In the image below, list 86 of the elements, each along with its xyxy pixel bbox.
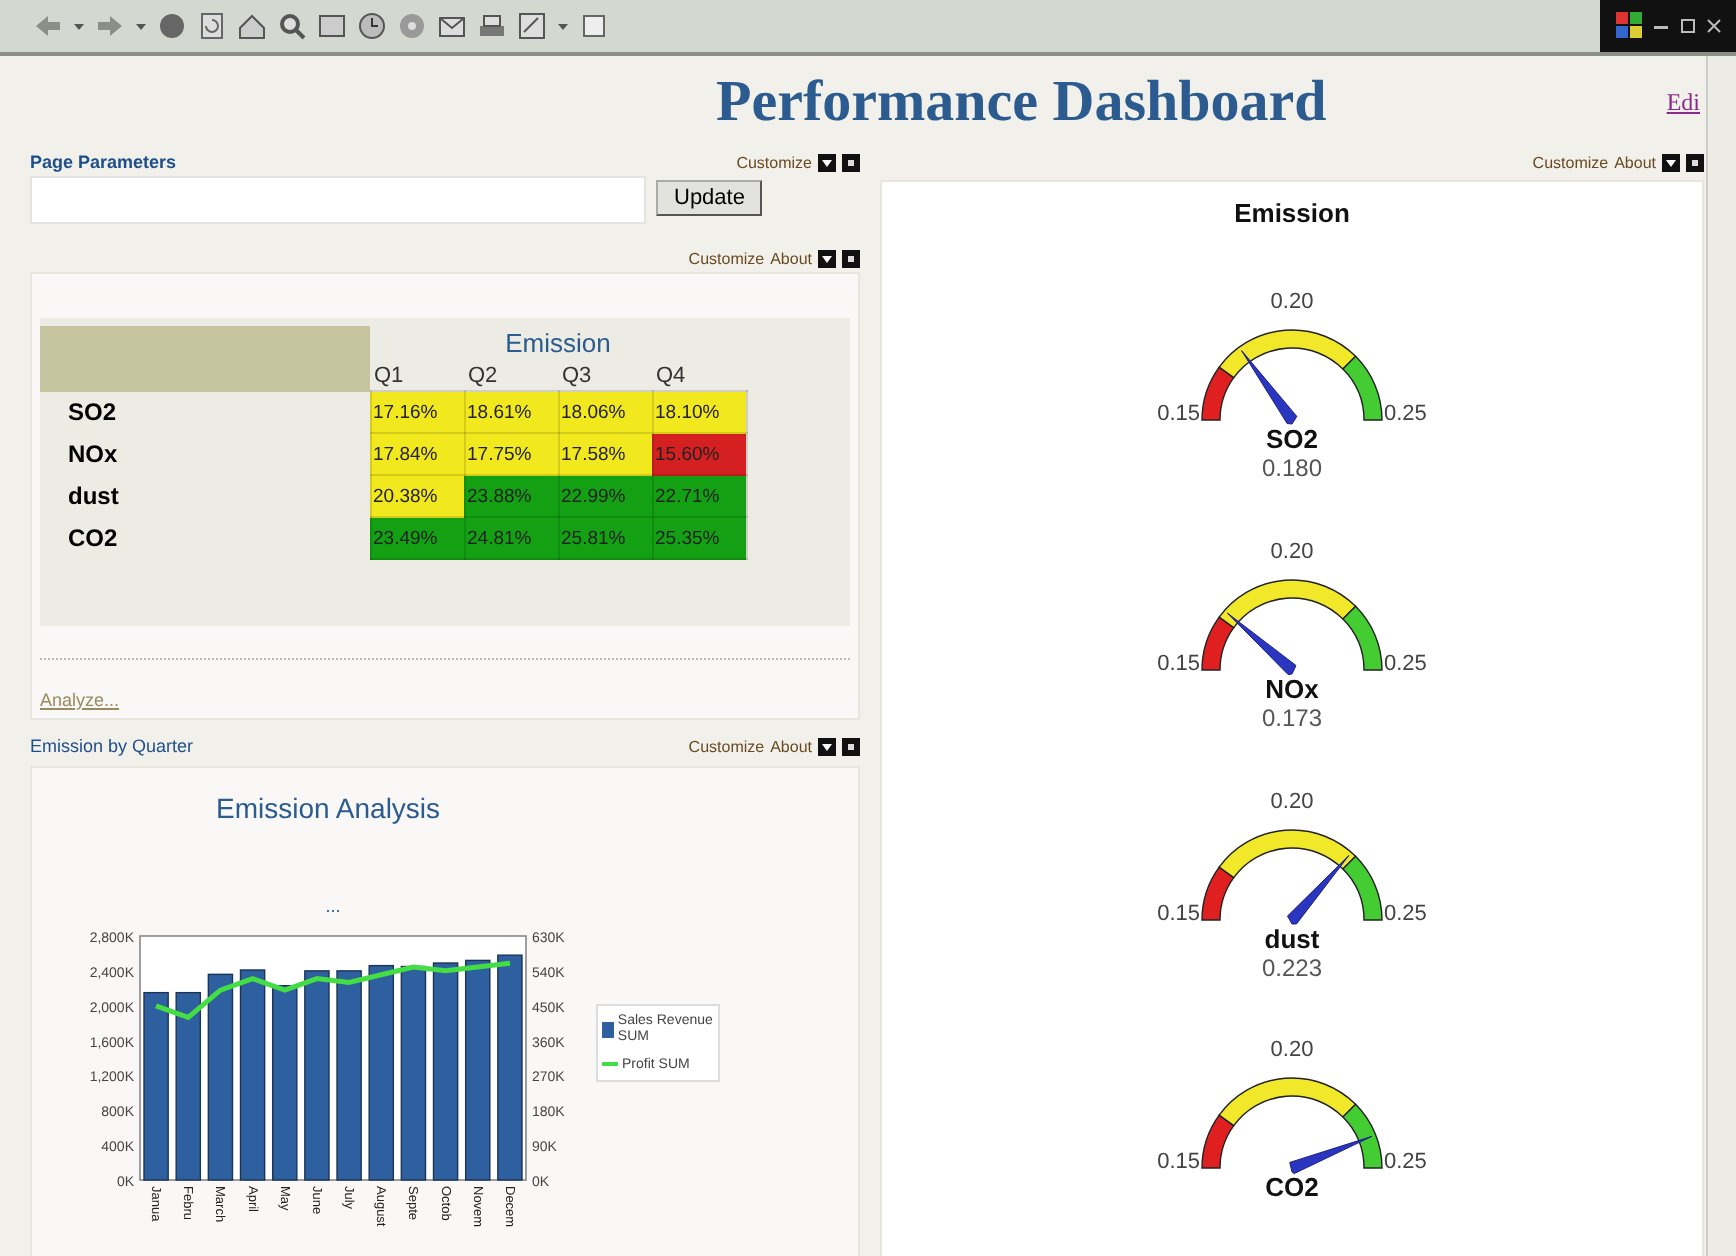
gauge-reading: 0.180 xyxy=(1261,454,1323,482)
row-label: dust xyxy=(40,475,370,517)
dropdown-icon[interactable] xyxy=(1662,153,1680,171)
scale-label: 0.20 xyxy=(1270,290,1314,314)
table-cell: 18.10% xyxy=(652,391,746,433)
column-header: Q2 xyxy=(464,360,558,391)
table-cell: 23.88% xyxy=(464,475,558,517)
scale-label: 0.25 xyxy=(1384,1150,1427,1175)
scale-label: 0.25 xyxy=(1384,901,1427,925)
column-header: Q1 xyxy=(370,360,464,391)
row-label: CO2 xyxy=(40,517,370,559)
dropdown-icon[interactable] xyxy=(818,249,836,267)
restore-icon[interactable] xyxy=(1680,16,1696,36)
page-title: Performance Dashboard xyxy=(716,69,1327,135)
gauge-reading: 0.223 xyxy=(1261,953,1323,981)
portlet-title: Emission by Quarter xyxy=(30,736,194,756)
about-link[interactable]: About xyxy=(770,249,812,267)
edit-link[interactable]: Edi xyxy=(1666,87,1700,117)
edit-icon[interactable] xyxy=(516,10,548,42)
column-header: Q3 xyxy=(558,360,652,391)
table-cell: 17.75% xyxy=(464,433,558,475)
scrollbar[interactable] xyxy=(1706,56,1736,1256)
home-icon[interactable] xyxy=(236,10,268,42)
scale-label: 0.25 xyxy=(1384,402,1427,426)
about-link[interactable]: About xyxy=(770,737,812,755)
scale-label: 0.25 xyxy=(1384,651,1427,676)
dropdown-icon[interactable] xyxy=(818,153,836,171)
table-cell: 23.49% xyxy=(370,517,464,559)
table-cell: 17.58% xyxy=(558,433,652,475)
customize-link[interactable]: Customize xyxy=(736,153,812,171)
customize-link[interactable]: Customize xyxy=(1532,153,1609,171)
scale-label: 0.20 xyxy=(1270,789,1314,813)
print-icon[interactable] xyxy=(476,10,508,42)
close-icon[interactable] xyxy=(842,249,860,267)
chart-title: Emission Analysis xyxy=(216,792,443,824)
scale-label: 0.15 xyxy=(1157,1150,1200,1175)
gauge-needle xyxy=(1289,1136,1373,1175)
chart-subtitle: ... xyxy=(325,896,341,916)
windows-logo-icon xyxy=(1616,12,1644,40)
table-cell: 18.06% xyxy=(558,391,652,433)
table-cell: 20.38% xyxy=(370,475,464,517)
table-cell: 22.71% xyxy=(652,475,746,517)
scale-label: 0.15 xyxy=(1157,402,1200,426)
discuss-icon[interactable] xyxy=(578,10,610,42)
portlet-title: Page Parameters xyxy=(30,152,177,172)
table-cell: 22.99% xyxy=(558,475,652,517)
scale-label: 0.15 xyxy=(1157,651,1200,676)
gauge-reading: 0.173 xyxy=(1261,703,1323,732)
row-label: NOx xyxy=(40,433,370,475)
dropdown-icon[interactable] xyxy=(818,737,836,755)
gauge-needle xyxy=(1240,349,1298,425)
favorites-icon[interactable] xyxy=(316,10,348,42)
gauge-label: SO2 xyxy=(1265,424,1318,454)
parameters-field[interactable] xyxy=(30,176,646,224)
update-button[interactable]: Update xyxy=(656,180,763,216)
column-header: Q4 xyxy=(652,360,746,391)
scale-label: 0.20 xyxy=(1270,539,1314,564)
customize-link[interactable]: Customize xyxy=(688,737,765,755)
gauge-label: CO2 xyxy=(1265,1172,1319,1203)
table-cell: 15.60% xyxy=(652,433,746,475)
table-cell: 18.61% xyxy=(464,391,558,433)
history-icon[interactable] xyxy=(356,10,388,42)
table-cell: 24.81% xyxy=(464,517,558,559)
stop-icon[interactable] xyxy=(156,10,188,42)
panel-title: Emission xyxy=(1234,198,1350,228)
scale-label: 0.20 xyxy=(1270,1038,1314,1063)
customize-link[interactable]: Customize xyxy=(688,249,765,267)
scale-label: 0.15 xyxy=(1157,901,1200,925)
gauge-label: dust xyxy=(1264,923,1320,953)
close-icon[interactable] xyxy=(1706,16,1722,36)
legend-swatch-icon xyxy=(602,1021,614,1038)
about-link[interactable]: About xyxy=(1614,153,1656,171)
gauge-needle xyxy=(1287,854,1350,924)
table-cell: 25.35% xyxy=(652,517,746,559)
table-title: Emission xyxy=(370,326,746,360)
close-icon[interactable] xyxy=(842,153,860,171)
search-icon[interactable] xyxy=(276,10,308,42)
gauge-label: NOx xyxy=(1265,673,1319,704)
table-cell: 25.81% xyxy=(558,517,652,559)
close-icon[interactable] xyxy=(842,737,860,755)
refresh-icon[interactable] xyxy=(196,10,228,42)
close-icon[interactable] xyxy=(1686,153,1704,171)
table-cell: 17.84% xyxy=(370,433,464,475)
table-cell: 17.16% xyxy=(370,391,464,433)
gauge-needle xyxy=(1227,612,1297,675)
row-label: SO2 xyxy=(40,391,370,433)
